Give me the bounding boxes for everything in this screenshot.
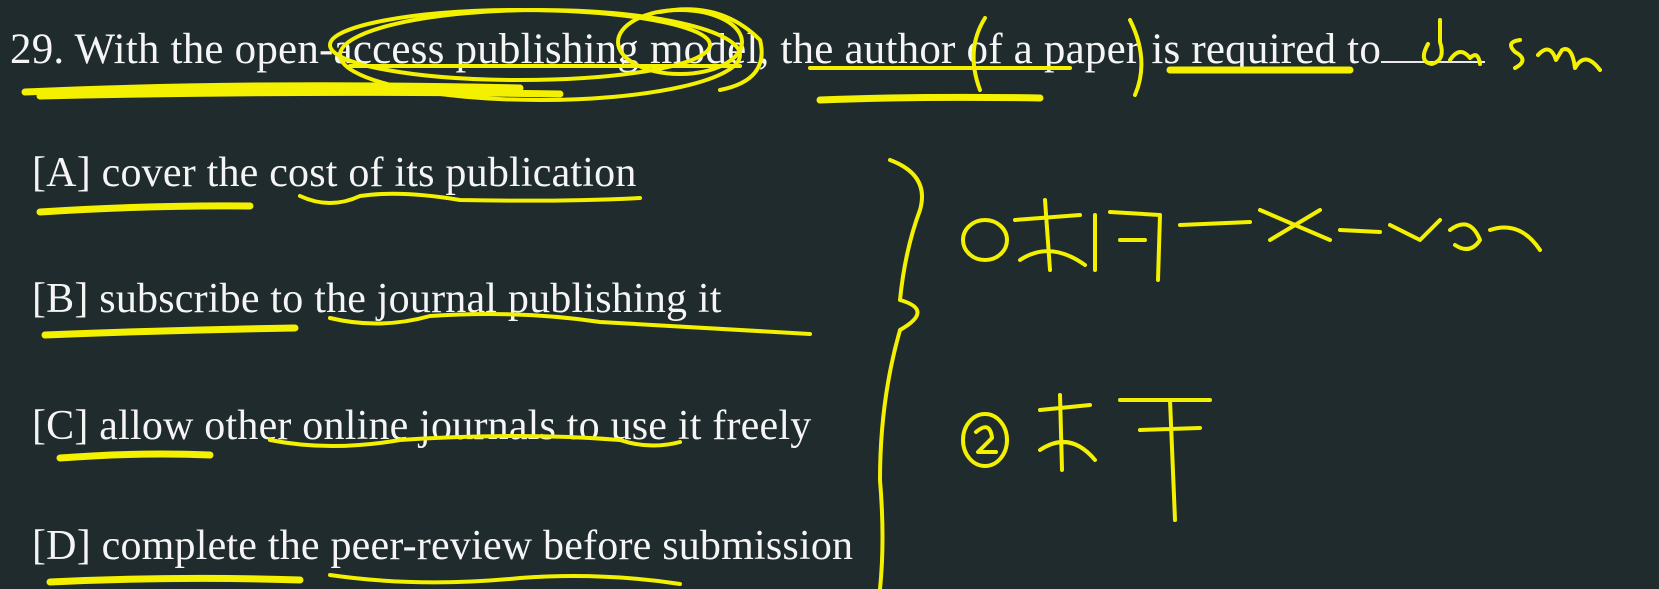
handwriting-stroke [1178, 208, 1542, 252]
handwriting-stroke [961, 412, 1009, 468]
option-b-letter: [B] [32, 276, 89, 322]
answer-blank [1381, 31, 1486, 63]
underline-stroke [21, 82, 524, 96]
blackboard: 29. With the open-access publishing mode… [0, 0, 1659, 589]
handwriting-stroke [961, 218, 1009, 262]
question-text: With the open-access publishing model, t… [74, 26, 1382, 73]
brace-stroke [878, 158, 924, 589]
option-c-letter: [C] [32, 403, 89, 449]
option-a[interactable]: [A] cover the cost of its publication [32, 152, 637, 194]
underline-stroke [36, 88, 564, 100]
underline-stroke [56, 450, 214, 462]
underline-stroke [46, 574, 304, 586]
question-line: 29. With the open-access publishing mode… [10, 26, 1486, 73]
option-a-text: cover the cost of its publication [101, 150, 637, 196]
handwriting-stroke [974, 425, 998, 454]
option-a-letter: [A] [32, 150, 91, 196]
option-d[interactable]: [D] complete the peer-review before subm… [32, 525, 853, 567]
underline-stroke [816, 93, 1044, 104]
question-number: 29. [10, 26, 65, 73]
option-c[interactable]: [C] allow other online journals to use i… [32, 405, 811, 447]
handwriting-stroke [1013, 198, 1162, 282]
underline-stroke [41, 324, 299, 339]
underline-stroke [36, 202, 254, 216]
option-d-text: complete the peer-review before submissi… [101, 523, 854, 569]
option-d-letter: [D] [32, 523, 91, 569]
option-b[interactable]: [B] subscribe to the journal publishing … [32, 278, 722, 320]
option-b-text: subscribe to the journal publishing it [99, 276, 722, 322]
underline-stroke [328, 573, 682, 586]
handwriting-stroke [1509, 38, 1602, 72]
handwriting-stroke [1038, 393, 1212, 522]
option-c-text: allow other online journals to use it fr… [99, 403, 812, 449]
